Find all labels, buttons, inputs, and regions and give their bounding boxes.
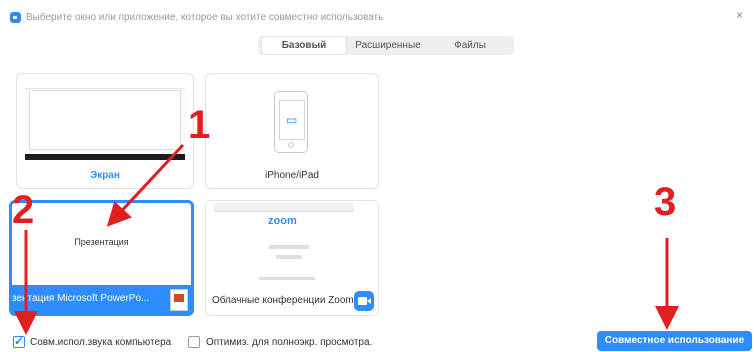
arrow-1 (106, 143, 185, 227)
annotation-arrows (14, 143, 679, 335)
annotation-3: 3 (654, 180, 677, 224)
annotation-2: 2 (12, 188, 35, 232)
annotation-1: 1 (188, 103, 211, 147)
